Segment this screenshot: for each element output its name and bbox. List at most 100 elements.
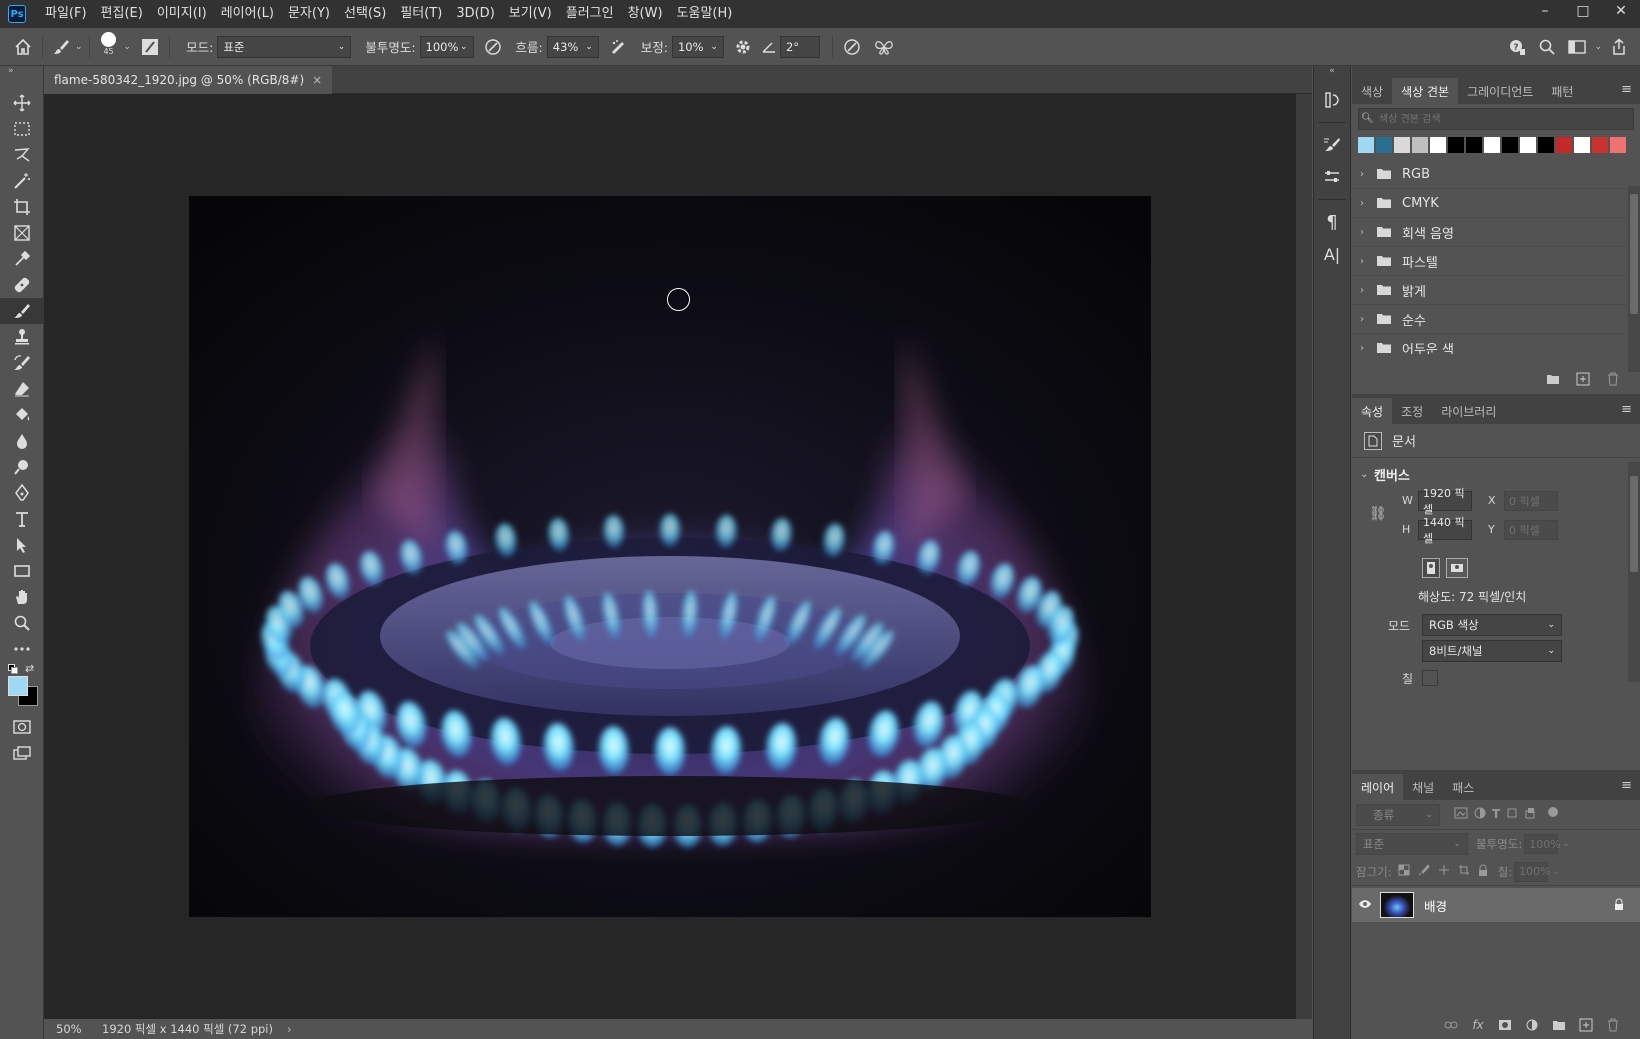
share-icon[interactable]: [1606, 34, 1632, 60]
x-input[interactable]: 0 픽셀: [1504, 491, 1558, 511]
symmetry-butterfly-icon[interactable]: [871, 34, 897, 60]
type-tool-icon[interactable]: [0, 506, 44, 532]
menu-window[interactable]: 창(W): [621, 0, 670, 28]
minimize-button[interactable]: –: [1526, 0, 1564, 22]
chevron-down-icon[interactable]: ⌄: [1562, 839, 1570, 849]
lock-artboard-icon[interactable]: [1458, 864, 1470, 879]
swatch-group-row[interactable]: › 밝게: [1352, 276, 1626, 305]
menu-file[interactable]: 파일(F): [38, 0, 94, 28]
color-swatch[interactable]: [1484, 137, 1500, 153]
tab-adjustments[interactable]: 조정: [1392, 398, 1432, 424]
blend-mode-select[interactable]: 표준 ⌄: [1356, 833, 1468, 855]
color-swatch[interactable]: [1502, 137, 1518, 153]
chevron-right-icon[interactable]: ›: [1360, 169, 1374, 180]
healing-brush-tool-icon[interactable]: [0, 272, 44, 298]
maximize-button[interactable]: □: [1564, 0, 1602, 22]
menu-type[interactable]: 문자(Y): [281, 0, 337, 28]
learn-icon[interactable]: ?: [1504, 34, 1530, 60]
filter-adjustment-icon[interactable]: [1474, 807, 1486, 822]
canvas-section-header[interactable]: ⌄ 캔버스: [1352, 460, 1640, 488]
menu-edit[interactable]: 편집(E): [94, 0, 150, 28]
default-colors-icon[interactable]: [8, 664, 18, 674]
add-mask-icon[interactable]: [1492, 1013, 1518, 1037]
new-group-folder-icon[interactable]: [1546, 1013, 1572, 1037]
angle-input[interactable]: 2°: [779, 35, 820, 58]
tab-swatches[interactable]: 색상 견본: [1392, 78, 1459, 104]
tab-patterns[interactable]: 패턴: [1542, 78, 1582, 104]
color-swatch[interactable]: [1520, 137, 1536, 153]
vertical-scrollbar[interactable]: [1296, 94, 1312, 1019]
zoom-tool-icon[interactable]: [0, 610, 44, 636]
swatch-search-input[interactable]: [1358, 108, 1634, 130]
menu-help[interactable]: 도움말(H): [670, 0, 740, 28]
clone-stamp-tool-icon[interactable]: [0, 324, 44, 350]
trash-icon[interactable]: [1600, 367, 1626, 391]
color-mode-select[interactable]: RGB 색상 ⌄: [1422, 614, 1562, 636]
lock-position-icon[interactable]: [1438, 864, 1450, 879]
chevron-down-icon[interactable]: ⌄: [75, 42, 83, 52]
dodge-tool-icon[interactable]: [0, 454, 44, 480]
flow-input[interactable]: 43% ⌄: [546, 35, 599, 58]
swatch-group-row[interactable]: › RGB: [1352, 160, 1626, 189]
trash-icon[interactable]: [1600, 1013, 1626, 1037]
eye-icon[interactable]: [1352, 898, 1378, 912]
opacity-input[interactable]: 100% ⌄: [419, 35, 474, 58]
filter-pixel-icon[interactable]: [1454, 807, 1468, 822]
chevron-right-icon[interactable]: ›: [1360, 198, 1374, 209]
brush-settings-icon[interactable]: [1314, 129, 1350, 161]
tab-paths[interactable]: 패스: [1443, 774, 1483, 800]
menu-filter[interactable]: 필터(T): [393, 0, 449, 28]
tab-properties[interactable]: 속성: [1352, 398, 1393, 424]
search-icon[interactable]: [1534, 34, 1560, 60]
layer-row[interactable]: 배경: [1352, 888, 1640, 922]
collapse-dock-icon[interactable]: «: [1314, 66, 1350, 78]
link-chain-icon[interactable]: ⛓: [1369, 506, 1387, 522]
tab-layers[interactable]: 레이어: [1352, 774, 1404, 800]
panel-menu-icon[interactable]: ≡: [1621, 778, 1632, 793]
layer-name[interactable]: 배경: [1424, 896, 1447, 915]
color-swatch[interactable]: [1448, 137, 1464, 153]
swatch-group-row[interactable]: › 어두운 색: [1352, 334, 1626, 355]
layer-filter-select[interactable]: 종류 ⌄: [1356, 803, 1440, 826]
color-swatch[interactable]: [1376, 137, 1392, 153]
pressure-opacity-icon[interactable]: [480, 34, 506, 60]
magic-wand-tool-icon[interactable]: [0, 168, 44, 194]
new-layer-icon[interactable]: [1573, 1013, 1599, 1037]
brush-tool-icon[interactable]: [0, 298, 44, 324]
history-brush-tool-icon[interactable]: [0, 350, 44, 376]
document-tab[interactable]: flame-580342_1920.jpg @ 50% (RGB/8#) ×: [44, 66, 333, 94]
brush-size-picker[interactable]: 45: [96, 30, 122, 64]
menu-3d[interactable]: 3D(D): [449, 0, 501, 28]
close-button[interactable]: ✕: [1602, 0, 1640, 22]
home-icon[interactable]: [10, 34, 36, 60]
panel-menu-icon[interactable]: ≡: [1621, 82, 1632, 97]
height-input[interactable]: 1440 픽셀: [1418, 516, 1472, 545]
adjustments-sliders-icon[interactable]: [1314, 161, 1350, 193]
layer-opacity-input[interactable]: 100%: [1524, 834, 1561, 854]
fill-color-swatch[interactable]: [1422, 670, 1438, 686]
hand-tool-icon[interactable]: [0, 584, 44, 610]
menu-view[interactable]: 보기(V): [502, 0, 559, 28]
chevron-right-icon[interactable]: ›: [1360, 256, 1374, 267]
eraser-tool-icon[interactable]: [0, 376, 44, 402]
mode-select[interactable]: 표준 ⌄: [217, 35, 352, 58]
width-input[interactable]: 1920 픽셀: [1418, 487, 1472, 516]
layer-style-fx-icon[interactable]: fx: [1465, 1013, 1491, 1037]
close-tab-icon[interactable]: ×: [312, 73, 322, 87]
color-swatch[interactable]: [1556, 137, 1572, 153]
zoom-level[interactable]: 50%: [44, 1022, 92, 1036]
color-swatch[interactable]: [1430, 137, 1446, 153]
new-swatch-icon[interactable]: [1570, 367, 1596, 391]
swatch-group-row[interactable]: › 순수: [1352, 305, 1626, 334]
airbrush-icon[interactable]: [605, 34, 631, 60]
chevron-down-icon[interactable]: ⌄: [124, 42, 132, 52]
swatch-group-row[interactable]: › 회색 음영: [1352, 218, 1626, 247]
smoothing-input[interactable]: 10% ⌄: [671, 35, 724, 58]
rectangle-tool-icon[interactable]: [0, 558, 44, 584]
foreground-color-swatch[interactable]: [8, 676, 28, 696]
screen-mode-icon[interactable]: [0, 740, 44, 766]
history-panel-icon[interactable]: [1314, 84, 1350, 116]
properties-scrollbar[interactable]: [1628, 462, 1640, 682]
swap-colors-icon[interactable]: ⇄: [25, 662, 34, 675]
tab-channels[interactable]: 채널: [1403, 774, 1443, 800]
